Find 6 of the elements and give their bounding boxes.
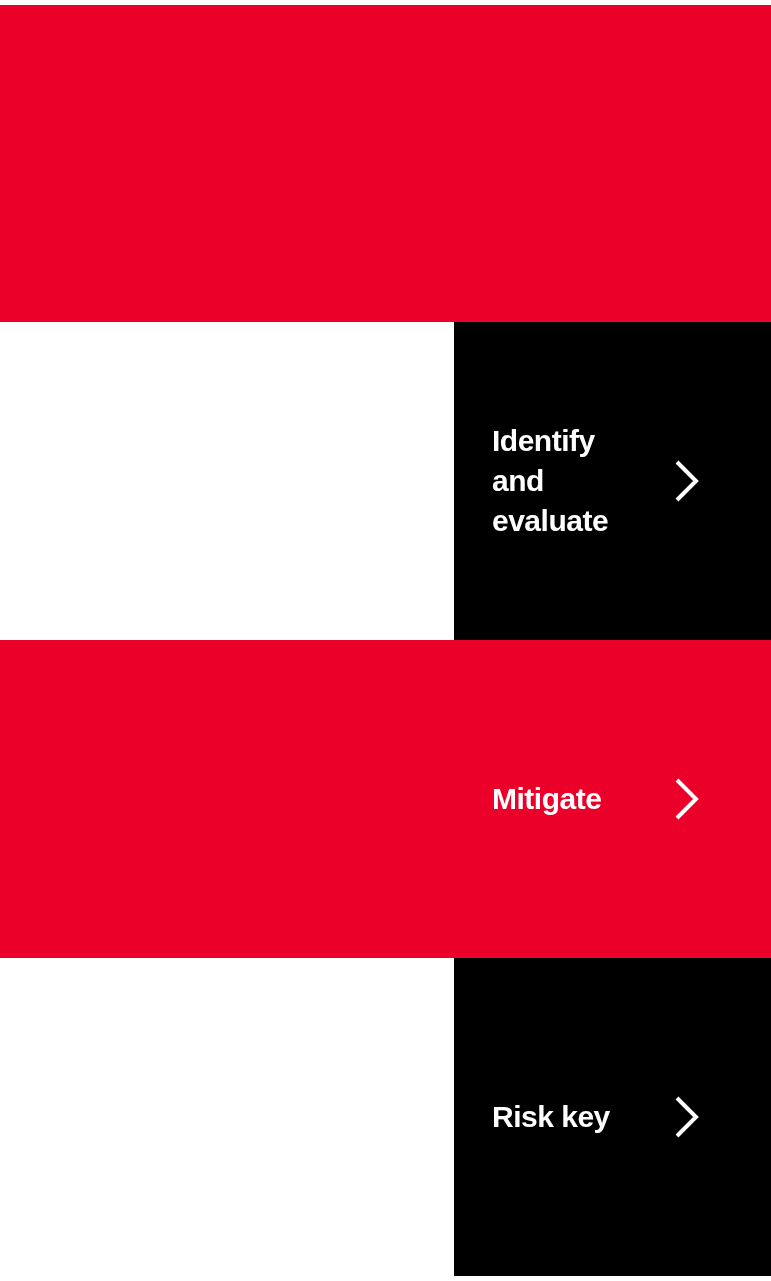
chevron-right-icon: [673, 459, 701, 503]
chevron-right-icon: [673, 1095, 701, 1139]
menu-tile[interactable]: Identify and evaluate: [454, 322, 771, 640]
menu-tile[interactable]: Mitigate: [454, 640, 771, 958]
chevron-right-icon: [673, 777, 701, 821]
menu-tile[interactable]: Risk key: [454, 958, 771, 1276]
